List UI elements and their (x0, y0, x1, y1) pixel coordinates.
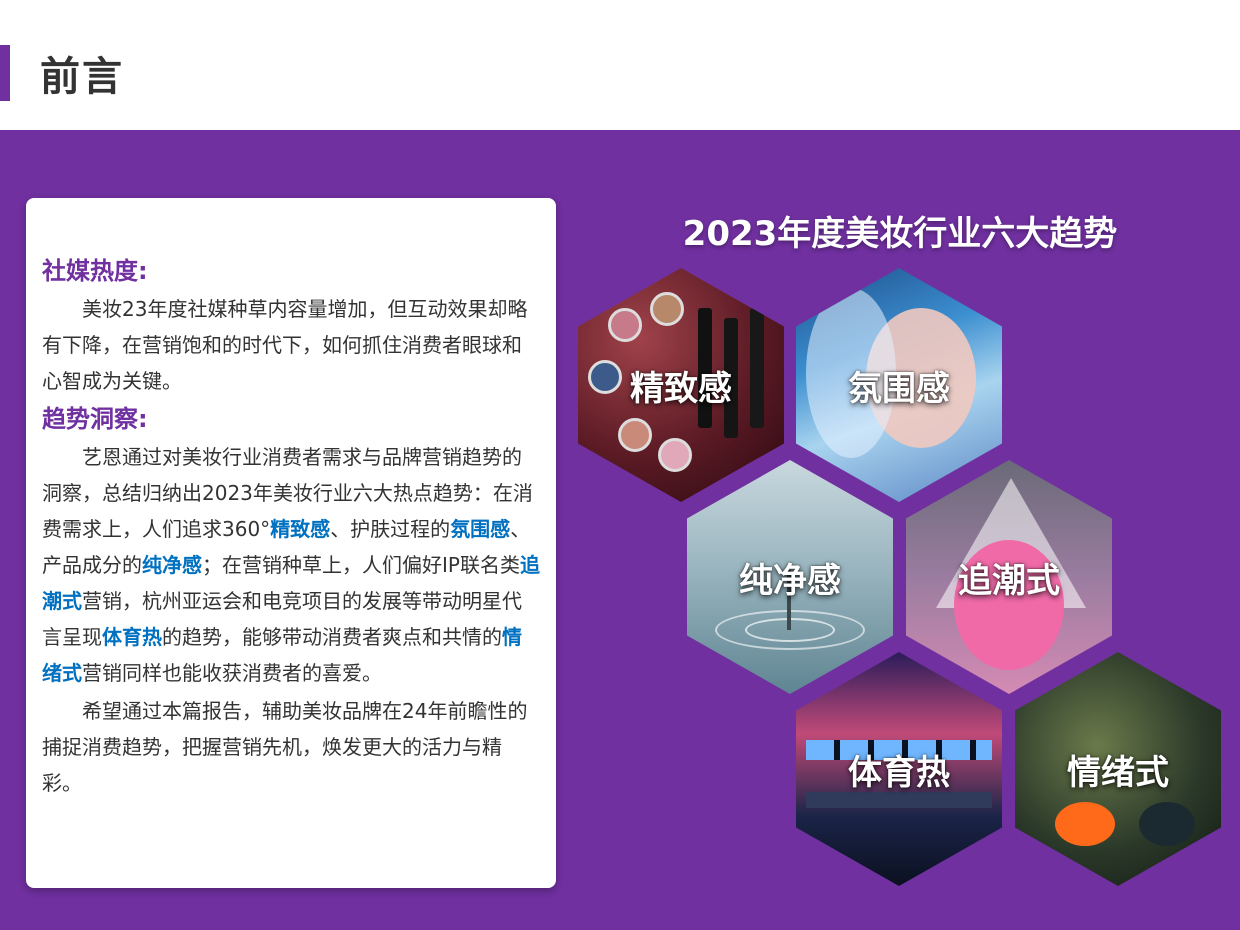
intro-card: 社媒热度: 美妆23年度社媒种草内容量增加，但互动效果却略有下降，在营销饱和的时… (26, 198, 556, 888)
text-run: 、护肤过程的 (330, 517, 451, 541)
text-run: 营销同样也能收获消费者的喜爱。 (82, 661, 382, 685)
page-header: 前言 (0, 0, 1240, 130)
page-title: 前言 (40, 54, 124, 100)
trends-title: 2023年度美妆行业六大趋势 (682, 214, 1118, 254)
text-run: 的趋势，能够带动消费者爽点和共情的 (162, 625, 502, 649)
highlight-sports: 体育热 (102, 625, 162, 649)
paragraph-trend-insight: 艺恩通过对美妆行业消费者需求与品牌营销趋势的洞察，总结归纳出2023年美妆行业六… (42, 439, 540, 691)
highlight-exquisite: 精致感 (270, 517, 331, 541)
paragraph-closing: 希望通过本篇报告，辅助美妆品牌在24年前瞻性的捕捉消费趋势，把握营销先机，焕发更… (42, 699, 528, 795)
paragraph-social-heat: 美妆23年度社媒种草内容量增加，但互动效果却略有下降，在营销饱和的时代下，如何抓… (42, 297, 528, 393)
section-title-trend-insight: 趋势洞察: (42, 405, 148, 433)
highlight-atmosphere: 氛围感 (450, 517, 511, 541)
text-run: ；在营销种草上，人们偏好IP联名类 (202, 553, 520, 577)
section-title-social-heat: 社媒热度: (42, 257, 148, 285)
highlight-purity: 纯净感 (142, 553, 202, 577)
title-accent-bar (0, 45, 10, 101)
